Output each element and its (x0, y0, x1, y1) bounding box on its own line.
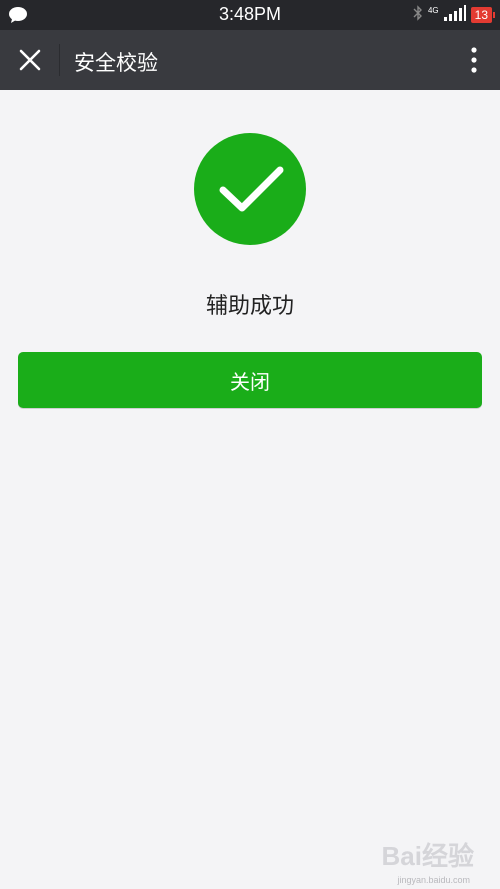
nav-bar: 安全校验 (0, 30, 500, 90)
close-button[interactable]: 关闭 (18, 352, 482, 408)
result-message: 辅助成功 (205, 294, 294, 319)
checkmark-icon (194, 133, 306, 245)
close-icon[interactable] (10, 40, 50, 80)
watermark-logo: Bai经验 (381, 841, 474, 871)
status-bar: 3:48PM 4G 13 (0, 0, 500, 30)
status-indicators: 4G 13 (413, 5, 496, 25)
battery-indicator: 13 (470, 7, 496, 23)
bluetooth-icon (413, 5, 423, 25)
nav-divider (59, 44, 60, 76)
page-title: 安全校验 (74, 51, 158, 75)
network-type: 4G (427, 5, 439, 15)
signal-icon (443, 5, 466, 25)
watermark-url: jingyan.baidu.com (397, 875, 470, 885)
more-icon[interactable] (462, 44, 486, 76)
